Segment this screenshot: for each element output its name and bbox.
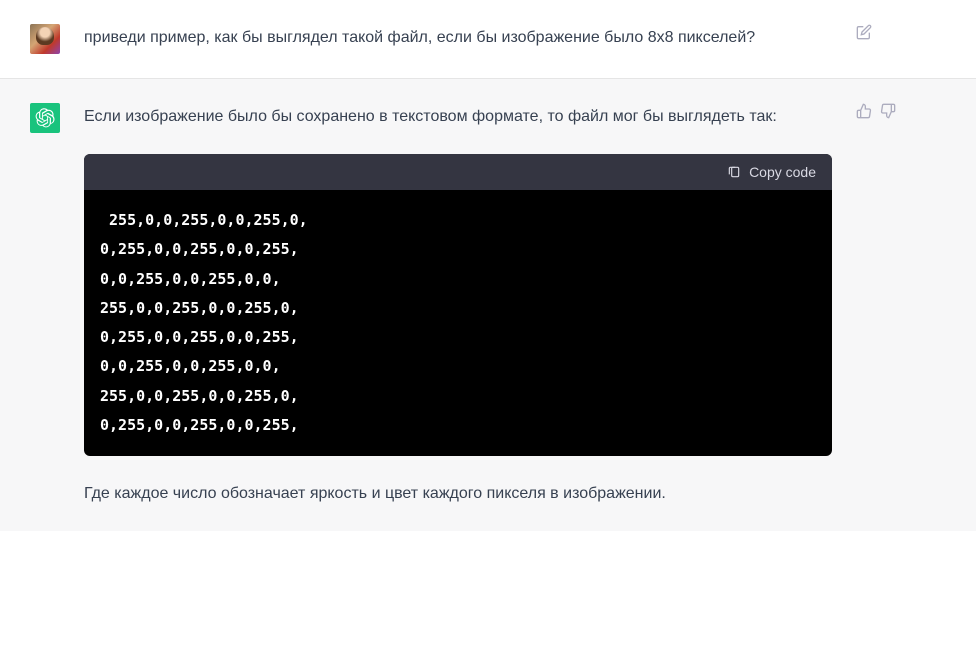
- assistant-avatar: [30, 103, 60, 133]
- user-message-text: приведи пример, как бы выглядел такой фа…: [84, 24, 832, 51]
- code-content: 255,0,0,255,0,0,255,0, 0,255,0,0,255,0,0…: [84, 190, 832, 456]
- code-block: Copy code 255,0,0,255,0,0,255,0, 0,255,0…: [84, 154, 832, 456]
- thumbs-down-icon[interactable]: [880, 103, 896, 119]
- copy-code-button[interactable]: Copy code: [727, 164, 816, 180]
- assistant-message-block: Если изображение было бы сохранено в тек…: [0, 79, 976, 531]
- assistant-intro-text: Если изображение было бы сохранено в тек…: [84, 103, 832, 130]
- code-header: Copy code: [84, 154, 832, 190]
- thumbs-up-icon[interactable]: [856, 103, 872, 119]
- clipboard-icon: [727, 165, 741, 179]
- assistant-outro-text: Где каждое число обозначает яркость и цв…: [84, 480, 832, 507]
- copy-code-label: Copy code: [749, 164, 816, 180]
- user-message-block: приведи пример, как бы выглядел такой фа…: [0, 0, 976, 79]
- assistant-logo-icon: [35, 108, 55, 128]
- user-avatar: [30, 24, 60, 54]
- assistant-content: Если изображение было бы сохранено в тек…: [84, 103, 832, 507]
- assistant-actions: [856, 103, 896, 507]
- user-actions: [856, 24, 872, 54]
- edit-icon[interactable]: [856, 24, 872, 40]
- user-content: приведи пример, как бы выглядел такой фа…: [84, 24, 832, 54]
